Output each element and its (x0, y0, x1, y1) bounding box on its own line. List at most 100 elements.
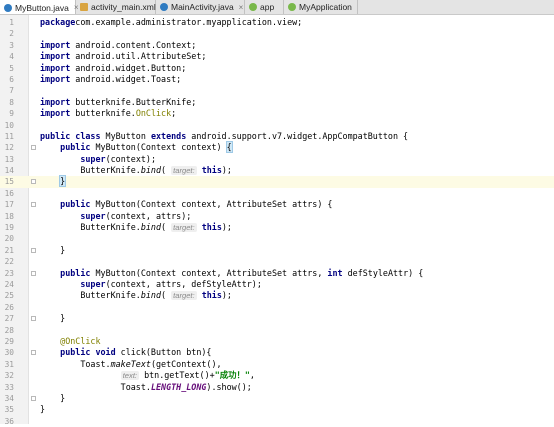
fold-marker-icon[interactable] (31, 179, 36, 185)
code-text: import butterknife.ButterKnife; (40, 97, 196, 108)
line-number: 30 (4, 348, 14, 358)
code-token: ); (221, 222, 232, 233)
code-token: MyButton (100, 130, 151, 141)
code-token: bind (140, 290, 162, 301)
code-token: super (80, 153, 106, 164)
code-token: import (40, 39, 71, 50)
code-line: 9 import butterknife.OnClick; (0, 108, 554, 119)
code-line: 26 (0, 302, 554, 313)
code-line: 29 @OnClick (0, 336, 554, 347)
line-number: 17 (4, 200, 14, 210)
line-number: 14 (4, 166, 14, 176)
code-line: 3 import android.content.Context; (0, 40, 554, 51)
code-text: Toast.makeText(getContext(), (40, 358, 222, 370)
code-token: ( (161, 165, 172, 176)
line-number: 21 (4, 245, 14, 255)
code-token: import (40, 62, 71, 73)
code-token: MyButton(Context context, AttributeSet a… (90, 267, 328, 278)
code-line: 2 (0, 28, 554, 39)
code-token: ); (221, 290, 232, 301)
code-line: 33 Toast.LENGTH_LONG).show(); (0, 382, 554, 393)
code-token: (context, attrs, defStyleAttr); (105, 278, 262, 289)
code-token: MyButton(Context context, AttributeSet a… (90, 199, 333, 210)
code-token: OnClick (135, 108, 172, 119)
code-text: super(context, attrs); (40, 211, 191, 222)
fold-marker-icon[interactable] (31, 316, 36, 322)
tab-mybutton-java[interactable]: MyButton.java × (0, 0, 79, 14)
tab-label: MyButton.java (15, 2, 69, 13)
code-token: com.example.administrator.myapplication.… (75, 17, 303, 27)
code-text: text: btn.getText()+"成功！", (40, 370, 255, 381)
code-token: , (249, 370, 255, 381)
line-number: 9 (9, 109, 14, 119)
code-line: 6 import android.widget.Toast; (0, 74, 554, 85)
code-line: 28 (0, 325, 554, 336)
fold-marker-icon[interactable] (31, 350, 36, 356)
code-token: (getContext(), (150, 358, 222, 369)
line-number: 33 (4, 382, 14, 392)
code-line: 12 public MyButton(Context context) { (0, 141, 554, 154)
line-number: 31 (4, 359, 14, 369)
tab-label: MyApplication (299, 2, 352, 12)
line-number: 5 (9, 63, 14, 73)
tab-mainactivity-java[interactable]: MainActivity.java × (156, 0, 245, 14)
tab-label: MainActivity.java (171, 2, 234, 12)
code-token: android.content.Context; (70, 39, 197, 50)
code-line: 11 public class MyButton extends android.… (0, 131, 554, 142)
line-number: 8 (9, 97, 14, 107)
fold-marker-icon[interactable] (31, 145, 36, 151)
code-line: 10 (0, 120, 554, 131)
code-token: ( (161, 222, 172, 233)
fold-marker-icon[interactable] (31, 202, 36, 208)
close-tab-icon[interactable]: × (239, 3, 244, 12)
tab-activity-main-xml[interactable]: activity_main.xml× (76, 0, 165, 14)
code-line: 22 (0, 256, 554, 267)
code-token: "成功！" (214, 370, 250, 381)
tab-app[interactable]: app (245, 0, 284, 14)
tab-label: app (260, 2, 275, 12)
code-text: Toast.LENGTH_LONG).show(); (40, 382, 252, 393)
code-text: } (40, 404, 45, 415)
code-line: 15 } (0, 175, 554, 188)
parameter-hint: target: (171, 291, 197, 301)
fold-marker-icon[interactable] (31, 270, 36, 276)
code-token: this (201, 290, 222, 301)
code-editor[interactable]: 1 packagecom.example.administrator.myappl… (0, 17, 554, 427)
code-text: import android.content.Context; (40, 40, 196, 51)
code-text: } (40, 245, 65, 256)
code-token: import (40, 108, 71, 119)
line-number: 12 (4, 143, 14, 153)
code-token: } (40, 244, 66, 255)
code-token: public (60, 142, 91, 153)
code-text: super(context, attrs, defStyleAttr); (40, 279, 262, 290)
code-text: import android.util.AttributeSet; (40, 51, 206, 62)
line-number: 32 (4, 371, 14, 381)
code-token: bind (140, 222, 162, 233)
code-line: 8 import butterknife.ButterKnife; (0, 97, 554, 108)
code-text: ButterKnife.bind( target: this); (40, 222, 232, 233)
code-token: import (40, 51, 71, 62)
code-token: android.widget.Button; (70, 62, 187, 73)
code-token: @OnClick (60, 335, 101, 346)
fold-marker-icon[interactable] (31, 247, 36, 253)
line-number: 25 (4, 291, 14, 301)
tab-myapplication[interactable]: MyApplication (284, 0, 358, 14)
code-token: int (327, 267, 343, 278)
line-number: 34 (4, 393, 14, 403)
code-line: 17 public MyButton(Context context, Attr… (0, 199, 554, 210)
android-module-icon (288, 3, 296, 11)
code-text: } (40, 393, 65, 404)
code-text: import android.widget.Toast; (40, 74, 181, 85)
fold-marker-icon[interactable] (31, 395, 36, 401)
code-line: 19 ButterKnife.bind( target: this); (0, 222, 554, 233)
code-token: MyButton(Context context) (90, 142, 227, 153)
code-text: ButterKnife.bind( target: this); (40, 290, 232, 301)
code-line: 16 (0, 188, 554, 199)
code-token: click(Button btn){ (115, 347, 212, 358)
code-token: import (40, 73, 71, 84)
parameter-hint: target: (171, 166, 197, 176)
